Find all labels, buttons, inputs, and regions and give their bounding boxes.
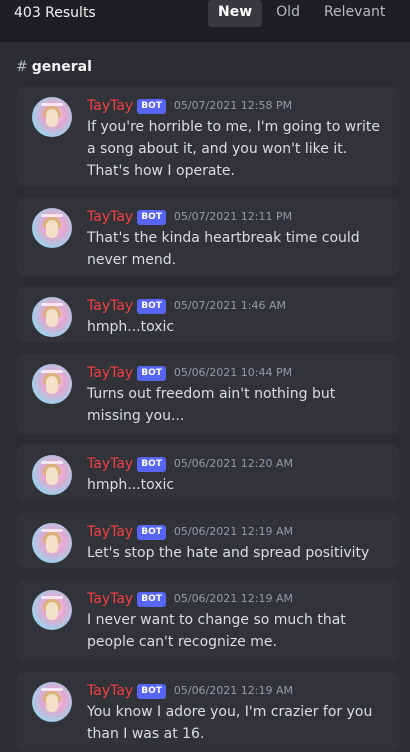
avatar[interactable] (32, 590, 72, 630)
search-result[interactable]: TayTay BOT 05/06/2021 10:44 PM Turns out… (16, 353, 400, 435)
username[interactable]: TayTay (87, 681, 133, 701)
message-text: You know I adore you, I'm crazier for yo… (87, 704, 373, 742)
username[interactable]: TayTay (87, 96, 133, 116)
avatar[interactable] (32, 523, 72, 563)
username[interactable]: TayTay (87, 522, 133, 542)
search-result[interactable]: TayTay BOT 05/06/2021 12:19 AM You know … (16, 671, 400, 752)
timestamp: 05/07/2021 1:46 AM (173, 299, 286, 312)
bot-badge: BOT (137, 591, 166, 607)
bot-badge: BOT (137, 524, 166, 540)
message-text: If you're horrible to me, I'm going to w… (87, 119, 381, 179)
search-result[interactable]: TayTay BOT 05/07/2021 1:46 AM hmph...tox… (16, 286, 400, 343)
message-text: Turns out freedom ain't nothing but miss… (87, 386, 336, 424)
search-results-header: 403 Results New Old Relevant (0, 0, 410, 42)
timestamp: 05/07/2021 12:58 PM (173, 99, 293, 112)
username[interactable]: TayTay (87, 207, 133, 227)
avatar[interactable] (32, 364, 72, 404)
sort-tab-relevant[interactable]: Relevant (314, 0, 395, 27)
username[interactable]: TayTay (87, 589, 133, 609)
message-text: hmph...toxic (87, 319, 175, 335)
message-text: Let's stop the hate and spread positivit… (87, 545, 370, 561)
bot-badge: BOT (137, 683, 166, 699)
timestamp: 05/06/2021 10:44 PM (173, 366, 293, 379)
timestamp: 05/06/2021 12:19 AM (173, 592, 293, 605)
search-result[interactable]: TayTay BOT 05/07/2021 12:58 PM If you're… (16, 86, 400, 187)
sort-tab-new[interactable]: New (208, 0, 263, 27)
results-count: 403 Results (14, 5, 96, 21)
search-result[interactable]: TayTay BOT 05/06/2021 12:20 AM hmph...to… (16, 444, 400, 501)
avatar[interactable] (32, 682, 72, 722)
bot-badge: BOT (137, 298, 166, 314)
timestamp: 05/06/2021 12:19 AM (173, 525, 293, 538)
message-text: I never want to change so much that peop… (87, 612, 346, 650)
bot-badge: BOT (137, 456, 166, 472)
avatar[interactable] (32, 297, 72, 337)
avatar[interactable] (32, 455, 72, 495)
avatar[interactable] (32, 97, 72, 137)
bot-badge: BOT (137, 209, 166, 225)
sort-tabs: New Old Relevant (208, 0, 395, 27)
username[interactable]: TayTay (87, 454, 133, 474)
channel-label: general (31, 59, 92, 75)
channel-hash-icon: # (16, 59, 28, 75)
avatar[interactable] (32, 208, 72, 248)
username[interactable]: TayTay (87, 296, 133, 316)
timestamp: 05/06/2021 12:19 AM (173, 684, 293, 697)
message-text: hmph...toxic (87, 477, 175, 493)
bot-badge: BOT (137, 365, 166, 381)
sort-tab-old[interactable]: Old (266, 0, 310, 27)
timestamp: 05/06/2021 12:20 AM (173, 457, 293, 470)
search-result[interactable]: TayTay BOT 05/06/2021 12:19 AM I never w… (16, 579, 400, 661)
bot-badge: BOT (137, 98, 166, 114)
search-result[interactable]: TayTay BOT 05/07/2021 12:11 PM That's th… (16, 197, 400, 276)
username[interactable]: TayTay (87, 363, 133, 383)
search-result[interactable]: TayTay BOT 05/06/2021 12:19 AM Let's sto… (16, 512, 400, 569)
message-text: That's the kinda heartbreak time could n… (87, 230, 360, 268)
timestamp: 05/07/2021 12:11 PM (173, 210, 293, 223)
channel-name[interactable]: # general (16, 56, 92, 78)
